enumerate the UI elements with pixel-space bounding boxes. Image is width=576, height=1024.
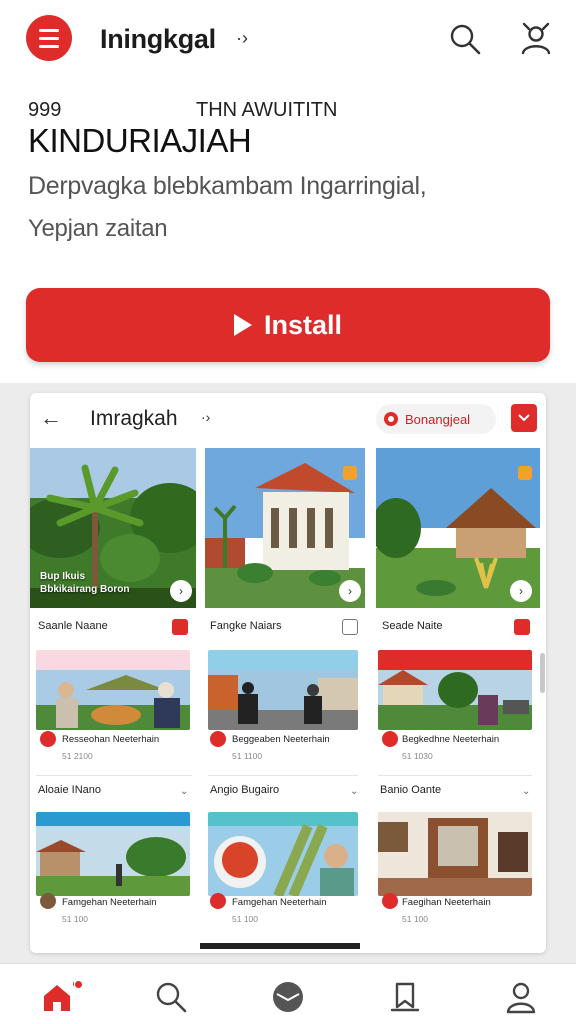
badge-icon [343, 466, 357, 480]
user-icon[interactable] [518, 20, 554, 56]
badge-icon [518, 466, 532, 480]
bookmark-icon[interactable] [388, 980, 422, 1014]
divider [378, 775, 532, 776]
thumbnail-image [208, 812, 358, 896]
thumbnail-meta: 51 100 [62, 914, 88, 924]
featured-card: › [376, 448, 540, 608]
preview-pill-label: Bonangjeal [405, 411, 471, 427]
overlay-line: Bbkikairang Boron [40, 584, 130, 595]
card-overlay-text: Bup Ikuis Bbkikairang Boron [40, 570, 129, 596]
preview-title-indicator: ·› [201, 409, 211, 425]
app-root: Iningkgal ·› 999 THN AWUITITN KINDURIAJI… [0, 0, 576, 1024]
install-label: Install [263, 309, 343, 340]
thumbnail-meta: 51 1100 [232, 751, 263, 761]
menu-icon-line [39, 28, 59, 32]
chevron-down-icon: ⌄ [522, 786, 531, 797]
card-title: Fangke Naiars [210, 620, 282, 632]
thumbnail-caption: Beggeaben Neeterhain [232, 734, 330, 745]
section-label: Angio Bugairo [210, 784, 280, 796]
preview-filter-pill: Bonangjeal [376, 404, 496, 434]
thumbnail-image [378, 812, 532, 896]
back-arrow-icon: ← [40, 405, 62, 430]
menu-icon-line [39, 44, 59, 48]
menu-icon-line [39, 36, 59, 40]
install-button[interactable]: Install [26, 288, 550, 362]
bookmark-icon [514, 619, 530, 635]
thumbnail-image [378, 650, 532, 730]
thumbnail-meta: 51 2100 [62, 751, 93, 761]
featured-card: › [205, 448, 365, 608]
home-icon[interactable] [40, 980, 74, 1014]
card-title: Seade Naite [382, 620, 443, 632]
hero-small-label: 999 [28, 99, 62, 121]
app-title: Iningkgal [100, 24, 216, 54]
card-title: Saanle Naane [38, 620, 108, 632]
hero-small-label-right: THN AWUITITN [196, 99, 338, 121]
thumbnail-meta: 51 1030 [402, 751, 433, 761]
overlay-line: Bup Ikuis [40, 571, 86, 582]
search-icon[interactable] [448, 22, 482, 56]
divider [208, 775, 358, 776]
section-label: Aloaie INano [38, 784, 101, 796]
avatar [382, 731, 398, 747]
top-bar: Iningkgal ·› [0, 0, 576, 80]
avatar [40, 893, 56, 909]
play-icon [233, 314, 252, 336]
hero-title: KINDURIAJIAH [28, 122, 252, 159]
thumbnail-image [208, 650, 358, 730]
thumbnail-caption: Begkedhne Neeterhain [402, 734, 500, 745]
preview-dropdown-icon [511, 404, 537, 432]
thumbnail-meta: 51 100 [232, 914, 258, 924]
notification-dot [75, 981, 82, 988]
hero-description: Derpvagka blebkambam Ingarringial, [28, 172, 427, 200]
thumbnail-caption: Resseohan Neeterhain [62, 734, 160, 745]
avatar [210, 893, 226, 909]
bottom-bar [200, 943, 360, 949]
bottom-navigation [0, 963, 576, 1024]
hero-subtitle: Yepjan zaitan [28, 215, 168, 242]
thumbnail-image [36, 812, 190, 896]
menu-button[interactable] [26, 15, 72, 61]
preview-title: Imragkah [90, 407, 178, 430]
section-label: Banio Oante [380, 784, 442, 796]
thumbnail-caption: Famgehan Neeterhain [232, 897, 327, 908]
chevron-down-icon: ⌄ [350, 786, 359, 797]
thumbnail-meta: 51 100 [402, 914, 428, 924]
location-icon [384, 412, 398, 426]
scrollbar[interactable] [540, 653, 545, 693]
bookmark-icon [342, 619, 358, 635]
play-icon: › [510, 580, 532, 602]
bookmark-icon [172, 619, 188, 635]
app-preview-screenshot: ← Imragkah ·› Bonangjeal Bup Ikuis Bbkik… [30, 393, 546, 953]
thumbnail-image [36, 650, 190, 730]
divider [36, 775, 192, 776]
featured-card: Bup Ikuis Bbkikairang Boron › [30, 448, 196, 608]
profile-icon[interactable] [504, 980, 538, 1014]
thumbnail-caption: Famgehan Neeterhain [62, 897, 157, 908]
avatar [40, 731, 56, 747]
play-icon: › [170, 580, 192, 602]
play-icon: › [339, 580, 361, 602]
avatar [382, 893, 398, 909]
inbox-icon[interactable] [271, 980, 305, 1014]
search-icon[interactable] [154, 980, 188, 1014]
chevron-down-icon: ⌄ [180, 786, 189, 797]
thumbnail-caption: Faegihan Neeterhain [402, 897, 491, 908]
avatar [210, 731, 226, 747]
title-dropdown-indicator[interactable]: ·› [236, 28, 248, 49]
